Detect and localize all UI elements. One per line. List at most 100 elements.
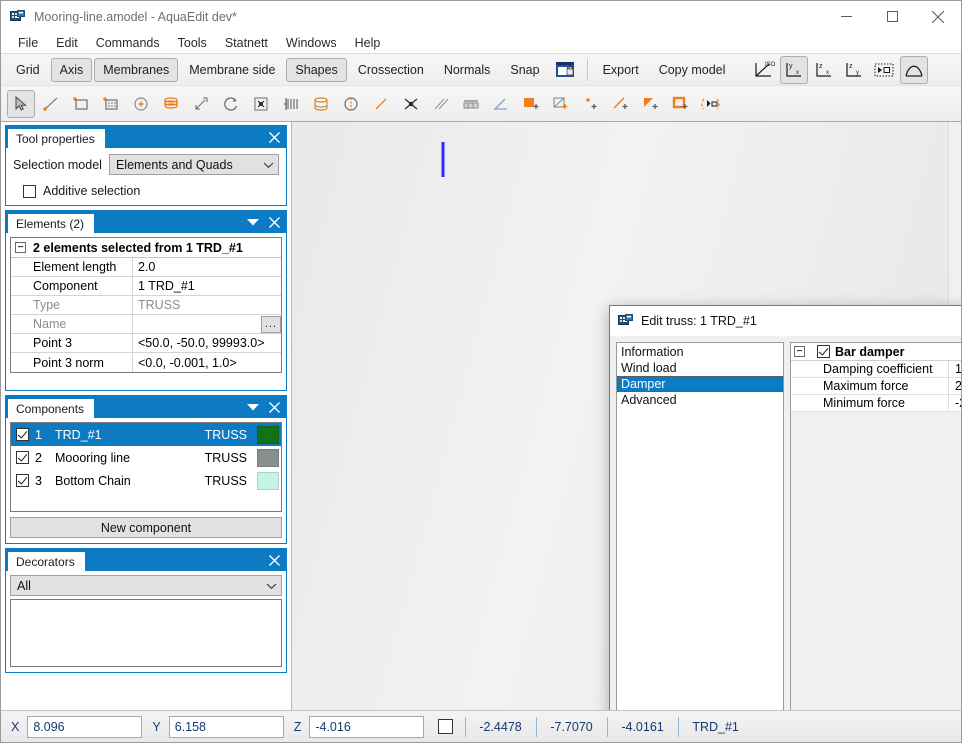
new-cylinder-icon[interactable]: [157, 90, 185, 118]
elements-group-header[interactable]: − 2 elements selected from 1 TRD_#1: [11, 238, 281, 258]
menu-item-edit[interactable]: Edit: [47, 34, 87, 52]
align-icon[interactable]: [457, 90, 485, 118]
selection-model-dropdown[interactable]: Elements and Quads: [108, 154, 279, 175]
property-value[interactable]: [133, 315, 261, 333]
panel-tab-tool-properties[interactable]: Tool properties: [8, 129, 105, 148]
split-circle-icon[interactable]: [337, 90, 365, 118]
intersect-icon[interactable]: [397, 90, 425, 118]
extrude-cylinder-icon[interactable]: [307, 90, 335, 118]
new-mesh-icon[interactable]: [97, 90, 125, 118]
toolbar-button-axis[interactable]: Axis: [50, 57, 93, 82]
table-row[interactable]: Minimum force -2000.0 N: [791, 395, 961, 412]
component-visible-checkbox[interactable]: [16, 451, 29, 464]
component-color-swatch[interactable]: [257, 425, 279, 444]
property-value[interactable]: <0.0, -0.001, 1.0>: [133, 353, 281, 372]
property-value[interactable]: 1000.0 Ns/m: [949, 361, 961, 377]
component-visible-checkbox[interactable]: [16, 474, 29, 487]
collapse-icon[interactable]: −: [15, 242, 26, 253]
property-value[interactable]: 1 TRD_#1: [133, 277, 281, 295]
move-icon[interactable]: [187, 90, 215, 118]
toolbar-button-normals[interactable]: Normals: [435, 58, 500, 82]
scale-icon[interactable]: [247, 90, 275, 118]
toolbar-button-membrane-side[interactable]: Membrane side: [180, 58, 284, 82]
bar-damper-enabled-checkbox[interactable]: [817, 345, 830, 358]
component-visible-checkbox[interactable]: [16, 428, 29, 441]
table-row[interactable]: Maximum force 2000.0 N: [791, 378, 961, 395]
menu-item-help[interactable]: Help: [346, 34, 390, 52]
decorators-filter-dropdown[interactable]: All: [10, 575, 282, 596]
add-square-icon[interactable]: [667, 90, 695, 118]
panel-tab-decorators[interactable]: Decorators: [8, 552, 85, 571]
table-row[interactable]: Element length 2.0: [11, 258, 281, 277]
add-point-icon[interactable]: [577, 90, 605, 118]
name-browse-button[interactable]: ...: [261, 315, 281, 333]
dialog-nav-wind-load[interactable]: Wind load: [617, 360, 783, 376]
panel-tab-elements[interactable]: Elements (2): [8, 214, 95, 233]
front-view-yx-icon[interactable]: y x: [780, 55, 809, 84]
toolbar-button-crossection[interactable]: Crossection: [349, 58, 433, 82]
coord-y-input[interactable]: 6.158: [168, 715, 284, 738]
list-item[interactable]: 1 TRD_#1 TRUSS: [11, 423, 281, 446]
add-triangle-icon[interactable]: [637, 90, 665, 118]
menu-item-file[interactable]: File: [9, 34, 47, 52]
select-region-icon[interactable]: [697, 90, 725, 118]
line-measure-icon[interactable]: [367, 90, 395, 118]
menu-item-statnett[interactable]: Statnett: [216, 34, 277, 52]
new-component-button[interactable]: New component: [10, 517, 282, 538]
panel-tab-components[interactable]: Components: [8, 399, 95, 418]
iso-view-icon[interactable]: ISO: [750, 56, 778, 84]
close-icon[interactable]: [267, 400, 281, 414]
coord-lock-checkbox[interactable]: [438, 719, 454, 734]
table-row[interactable]: Name ...: [11, 315, 281, 334]
select-arrow-icon[interactable]: [7, 89, 35, 118]
decorators-list[interactable]: [10, 599, 282, 667]
coord-x-input[interactable]: 8.096: [27, 715, 143, 738]
zoom-to-selection-icon[interactable]: [870, 56, 898, 84]
property-value[interactable]: -2000.0 N: [949, 395, 961, 411]
new-quad-icon[interactable]: [67, 90, 95, 118]
close-button[interactable]: [915, 1, 961, 32]
add-line-icon[interactable]: [607, 90, 635, 118]
table-row[interactable]: Component 1 TRD_#1: [11, 277, 281, 296]
menu-item-tools[interactable]: Tools: [169, 34, 216, 52]
menu-item-commands[interactable]: Commands: [87, 34, 169, 52]
fill-quad-icon[interactable]: [517, 90, 545, 118]
toolbar-button-grid[interactable]: Grid: [7, 58, 49, 82]
coord-z-input[interactable]: -4.016: [309, 715, 425, 738]
additive-selection-checkbox[interactable]: [23, 184, 36, 198]
property-value[interactable]: 2.0: [133, 258, 281, 276]
toolbar-button-copy-model[interactable]: Copy model: [650, 58, 735, 82]
maximize-button[interactable]: [869, 1, 915, 32]
model-viewport[interactable]: Edit truss: 1 TRD_#1 Information Wind lo…: [291, 122, 961, 710]
dialog-nav-advanced[interactable]: Advanced: [617, 392, 783, 408]
parallel-lines-icon[interactable]: [427, 90, 455, 118]
table-row[interactable]: Point 3 <50.0, -50.0, 99993.0>: [11, 334, 281, 353]
shape-view-icon[interactable]: [900, 55, 929, 84]
list-item[interactable]: 2 Moooring line TRUSS: [11, 446, 281, 469]
angle-icon[interactable]: [487, 90, 515, 118]
bar-damper-group-header[interactable]: − Bar damper: [791, 343, 961, 361]
mirror-icon[interactable]: [277, 90, 305, 118]
lock-view-icon[interactable]: [551, 56, 579, 84]
property-value[interactable]: 2000.0 N: [949, 378, 961, 394]
side-view-zy-icon[interactable]: z y: [840, 56, 868, 84]
top-view-zx-icon[interactable]: z x: [810, 56, 838, 84]
rotate-icon[interactable]: [217, 90, 245, 118]
new-line-icon[interactable]: [37, 90, 65, 118]
toolbar-button-shapes[interactable]: Shapes: [286, 57, 347, 82]
close-icon[interactable]: [267, 553, 281, 567]
table-row[interactable]: Damping coefficient 1000.0 Ns/m: [791, 361, 961, 378]
list-item[interactable]: 3 Bottom Chain TRUSS: [11, 469, 281, 492]
menu-item-windows[interactable]: Windows: [277, 34, 346, 52]
toolbar-button-snap[interactable]: Snap: [501, 58, 548, 82]
new-node-icon[interactable]: [127, 90, 155, 118]
quad-corner-icon[interactable]: [547, 90, 575, 118]
component-color-swatch[interactable]: [257, 471, 279, 490]
dialog-nav-damper[interactable]: Damper: [617, 376, 783, 392]
collapse-icon[interactable]: −: [794, 346, 805, 357]
component-color-swatch[interactable]: [257, 448, 279, 467]
close-icon[interactable]: [267, 215, 281, 229]
property-value[interactable]: <50.0, -50.0, 99993.0>: [133, 334, 281, 352]
chevron-down-icon[interactable]: [246, 215, 260, 229]
toolbar-button-export[interactable]: Export: [594, 58, 648, 82]
